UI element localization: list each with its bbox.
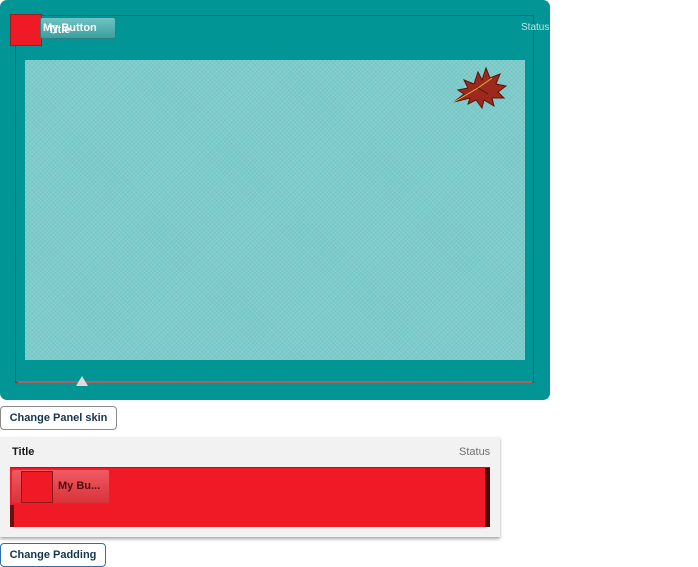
panel-title: Title <box>48 24 71 36</box>
content-edge <box>485 468 490 527</box>
maple-leaf-image <box>453 66 508 110</box>
content-edge <box>10 505 14 527</box>
button-label: My Bu... <box>58 480 101 492</box>
change-padding-button[interactable]: Change Padding <box>0 543 106 567</box>
red-square-icon <box>10 14 42 46</box>
red-square-icon <box>21 471 53 503</box>
change-panel-skin-button[interactable]: Change Panel skin <box>0 406 117 430</box>
panel-status: Status <box>521 22 550 33</box>
panel2-title: Title <box>12 446 35 458</box>
panel2-status: Status <box>459 446 491 458</box>
slider-thumb-icon[interactable] <box>76 376 88 386</box>
scrollbar-track[interactable] <box>18 381 532 383</box>
